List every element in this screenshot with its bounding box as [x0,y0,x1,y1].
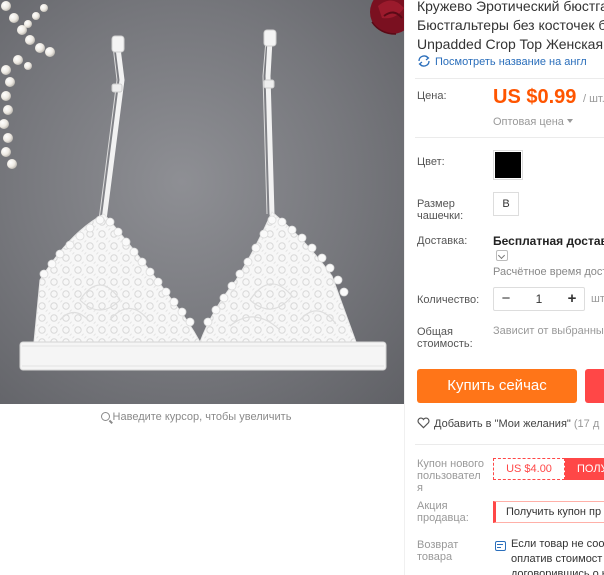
quantity-stepper: − 1 + [493,287,585,311]
magnifier-icon [100,412,110,421]
quantity-unit: шт [591,293,604,305]
return-text-line: договорившись о ко [511,568,604,575]
return-policy-icon [495,541,506,551]
coupon-label-line: Купон нового [417,458,485,470]
product-title-line: Unpadded Crop Top Женская Н [417,36,604,52]
new-user-coupon-label: Купон нового пользовател я [417,458,484,494]
quantity-input[interactable]: 1 [518,288,560,310]
add-to-wishlist-link[interactable]: Добавить в "Мои желания" (17 д [417,417,599,430]
zoom-hint: Наведите курсор, чтобы увеличить [0,411,392,423]
size-option-b[interactable]: B [493,192,519,216]
price-label: Цена: [417,90,447,102]
product-info-panel: Кружево Эротический бюстга Бюстгальтеры … [404,0,604,575]
total-note: Зависит от выбранны [493,325,604,337]
wishlist-label: Добавить в "Мои желания" [434,418,571,430]
divider [415,78,604,79]
divider [415,137,604,138]
total-label: Общая стоимость: [417,326,473,350]
quantity-decrease-button[interactable]: − [494,288,518,310]
buy-now-button[interactable]: Купить сейчас [417,369,577,403]
divider [415,444,604,445]
wishlist-count: (17 д [573,418,600,430]
view-english-title-link[interactable]: Посмотреть название на англ [417,55,587,68]
caret-down-icon [566,119,573,123]
quantity-label: Количество: [417,294,480,306]
color-swatch-black[interactable] [493,150,523,180]
return-text-line: Если товар не соот [511,538,604,550]
size-label-line: чашечки: [417,210,464,222]
zoom-hint-text: Наведите курсор, чтобы увеличить [112,411,292,423]
quantity-increase-button[interactable]: + [560,288,584,310]
color-swatch-fill [495,152,521,178]
return-text-line: оплатив стоимост [511,553,603,565]
seller-promo-label: Акция продавца: [417,500,469,524]
total-label-line: стоимость: [417,338,473,350]
wholesale-price-toggle[interactable]: Оптовая цена [493,116,573,128]
product-main-image[interactable] [0,0,404,404]
product-title-line: Кружево Эротический бюстга [417,0,604,14]
price-unit: / шт. [583,93,604,105]
coupon-label-line: я [417,482,423,494]
coupon-value: US $4.00 [493,458,565,480]
product-gallery: Наведите курсор, чтобы увеличить [0,0,404,575]
return-policy-text: Если товар не соот оплатив стоимост дого… [511,537,604,575]
view-english-title-text: Посмотреть название на англ [435,56,587,68]
price-value: US $0.99 [493,86,577,108]
size-label: Размер чашечки: [417,198,463,222]
shipping-label: Доставка: [417,235,468,247]
shipping-method: Бесплатная доставка [493,234,604,248]
promo-label-line: Акция [417,500,448,512]
heart-icon [417,417,430,429]
returns-label: Возврат товара [417,539,458,563]
returns-label-line: Возврат [417,539,459,551]
get-coupon-button[interactable]: ПОЛУ [565,458,604,480]
translate-icon [418,55,430,67]
add-to-cart-button[interactable] [585,369,604,403]
product-title: Кружево Эротический бюстга Бюстгальтеры … [417,0,604,54]
shipping-dropdown-icon[interactable] [496,250,508,261]
size-label-line: Размер [417,198,455,210]
promo-label-line: продавца: [417,512,469,524]
get-seller-coupon-button[interactable]: Получить купон пр [493,501,604,523]
product-title-line: Бюстгальтеры без косточек б [417,17,604,33]
total-label-line: Общая [417,326,453,338]
shipping-estimate: Расчётное время дост [493,266,604,278]
returns-label-line: товара [417,551,453,563]
color-label: Цвет: [417,156,445,168]
wholesale-price-label: Оптовая цена [493,116,564,128]
coupon-label-line: пользовател [417,470,481,482]
